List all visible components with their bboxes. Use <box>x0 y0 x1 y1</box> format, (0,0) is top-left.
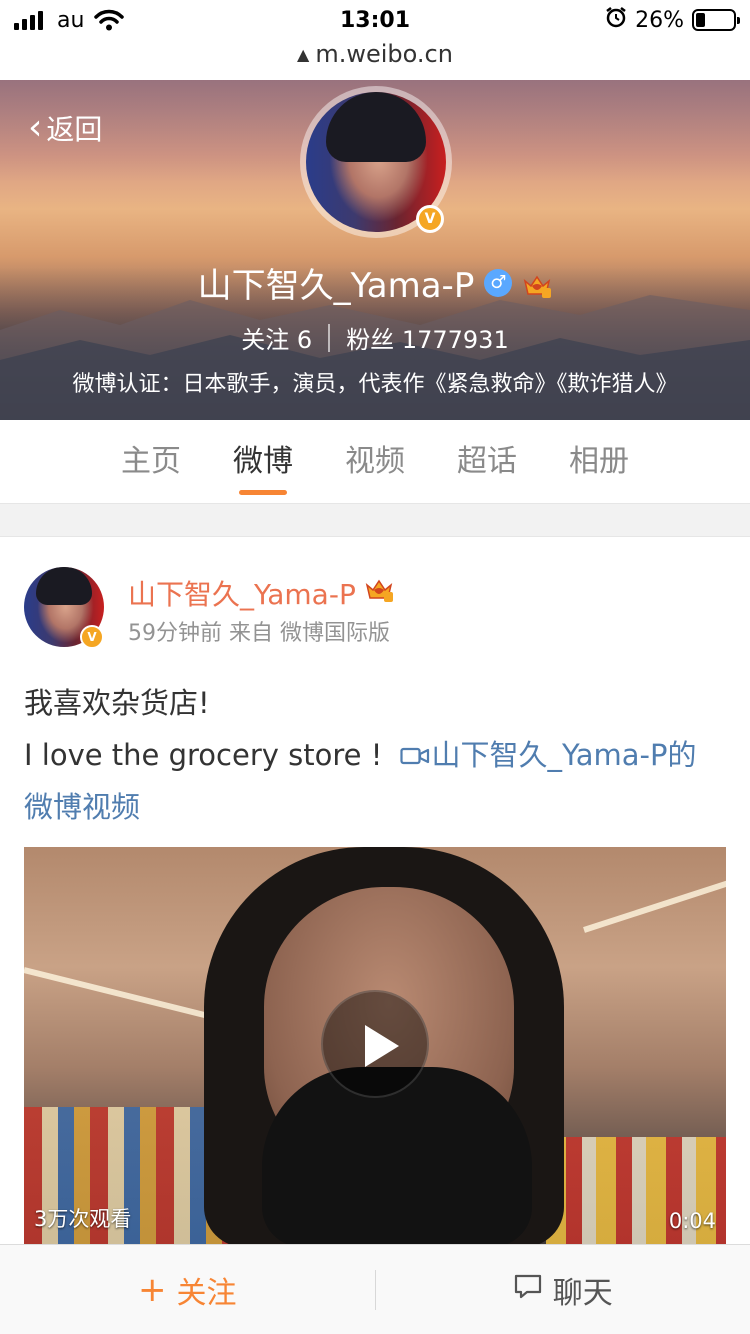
video-camera-icon <box>399 747 429 765</box>
verified-badge-icon: V <box>80 625 104 649</box>
signal-icon <box>14 10 43 30</box>
url-text: m.weibo.cn <box>315 40 453 68</box>
male-icon: ♂ <box>484 268 513 297</box>
followers-count: 1777931 <box>401 326 509 354</box>
video-player[interactable]: 3万次观看 0:04 <box>24 847 726 1247</box>
chevron-left-icon: ‹ <box>28 107 43 148</box>
vip-crown-icon[interactable] <box>522 269 552 298</box>
post-text: 我喜欢杂货店! I love the grocery store ! 山下智久_… <box>24 677 724 833</box>
following-label: 关注 <box>241 326 290 354</box>
follow-stats: 关注 6 粉丝 1777931 <box>0 320 750 355</box>
profile-header: ‹ 返回 V 山下智久_Yama-P ♂ 关注 6 粉丝 1777931 微博认… <box>0 80 750 420</box>
url-bar[interactable]: ▲ m.weibo.cn <box>0 40 750 80</box>
profile-name-row: 山下智久_Yama-P ♂ <box>0 258 750 307</box>
back-button[interactable]: ‹ 返回 <box>28 108 102 148</box>
profile-tabs: 主页 微博 视频 超话 相册 <box>0 420 750 504</box>
chat-label: 聊天 <box>552 1275 613 1311</box>
chat-button[interactable]: 聊天 <box>376 1245 750 1334</box>
alarm-icon <box>605 6 627 34</box>
video-duration: 0:04 <box>668 1209 716 1233</box>
verification-text: 微博认证：日本歌手，演员，代表作《紧急救命》《欺诈猎人》 <box>72 372 678 397</box>
post-text-line: 我喜欢杂货店! <box>24 686 210 720</box>
play-icon[interactable] <box>321 990 429 1098</box>
vip-crown-icon <box>364 576 394 611</box>
battery-icon <box>692 9 740 31</box>
followers-stat[interactable]: 粉丝 1777931 <box>346 320 509 355</box>
post-author[interactable]: 山下智久_Yama-P <box>128 573 356 613</box>
wifi-icon <box>94 9 125 31</box>
post-meta: 59分钟前 来自 微博国际版 <box>128 621 390 646</box>
tab-video[interactable]: 视频 <box>319 420 431 503</box>
tab-super-topic[interactable]: 超话 <box>431 420 543 503</box>
video-view-count: 3万次观看 <box>34 1207 132 1231</box>
follow-button[interactable]: + 关注 <box>0 1245 375 1334</box>
chat-bubble-icon <box>513 1272 543 1308</box>
tab-weibo[interactable]: 微博 <box>207 420 319 503</box>
plus-icon: + <box>138 1269 167 1310</box>
tab-album[interactable]: 相册 <box>543 420 655 503</box>
back-label: 返回 <box>46 113 103 146</box>
profile-name: 山下智久_Yama-P <box>197 266 475 306</box>
followers-label: 粉丝 <box>346 326 395 354</box>
tab-home[interactable]: 主页 <box>95 420 207 503</box>
following-stat[interactable]: 关注 6 <box>241 320 312 355</box>
video-thumbnail-mask <box>262 1067 532 1247</box>
post-text-line-english: I love the grocery store ! <box>24 738 392 772</box>
status-bar: au 13:01 26% <box>0 0 750 40</box>
post-text-line: I love the grocery store ! 山下智久_Yama-P的微… <box>24 729 724 833</box>
bottom-action-bar: + 关注 聊天 <box>0 1244 750 1334</box>
battery-percent: 26% <box>635 7 684 33</box>
follow-label: 关注 <box>176 1275 237 1311</box>
verified-badge-icon: V <box>416 205 444 233</box>
warning-icon: ▲ <box>297 45 310 64</box>
post-card: V 山下智久_Yama-P 59分钟前 来自 微博国际版 我喜欢杂货店! I l… <box>0 536 750 1256</box>
carrier-label: au <box>57 7 85 33</box>
battery-fill <box>696 13 706 27</box>
following-count: 6 <box>296 326 313 354</box>
post-author-row: 山下智久_Yama-P <box>128 573 394 613</box>
stats-divider <box>328 323 331 352</box>
